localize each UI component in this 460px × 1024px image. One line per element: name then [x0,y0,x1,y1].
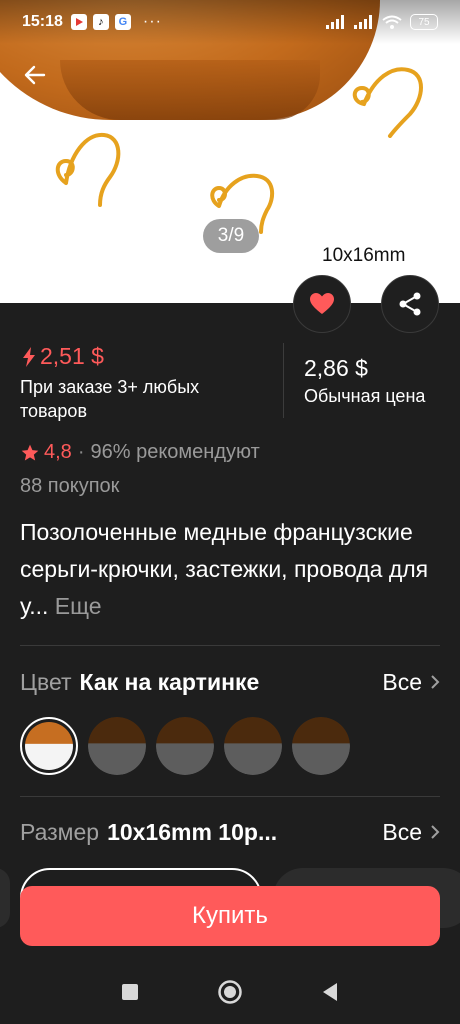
rating-value: 4,8 [44,441,72,463]
promo-price: 2,51 $ [22,343,104,370]
price-divider [283,343,284,418]
show-more-link[interactable]: Еще [55,593,102,619]
earring-hook-image [352,67,423,138]
google-icon: G [114,14,131,30]
product-title[interactable]: Позолоченные медные французские серьги-к… [20,514,440,625]
signal-icon [354,15,372,29]
lightning-icon [23,346,35,367]
purchases-count: 88 покупок [20,475,120,497]
divider [20,796,440,797]
back-button[interactable] [18,58,52,92]
color-see-all[interactable]: Все [382,669,440,696]
color-swatch[interactable] [20,717,78,775]
chevron-right-icon [431,675,440,689]
color-option-row[interactable]: Цвет Как на картинке Все [20,666,440,698]
regular-price: 2,86 $ [304,355,368,381]
see-all-label: Все [382,818,422,845]
size-value: 10x16mm 10p... [107,818,278,845]
size-chip[interactable] [0,868,10,928]
back-nav-icon[interactable] [321,982,339,1002]
color-swatch[interactable] [156,717,214,775]
image-size-caption: 10x16mm [322,245,406,266]
status-time: 15:18 [22,13,63,30]
product-image-gallery[interactable]: 3/9 10x16mm [0,0,460,303]
arrow-left-icon [24,65,46,85]
color-value: Как на картинке [79,668,260,695]
more-notifications-icon: ··· [142,13,162,30]
buy-button[interactable]: Купить [20,886,440,946]
status-bar: 15:18 ♪ G ··· 75 [0,0,460,44]
color-swatches [20,717,350,775]
wifi-icon [382,15,402,29]
image-counter: 3/9 [203,219,259,253]
home-icon[interactable] [217,979,243,1005]
share-button[interactable] [381,275,439,333]
divider [20,645,440,646]
chevron-right-icon [431,825,440,839]
tiktok-icon: ♪ [92,14,109,30]
rating-separator: · [77,441,85,463]
earring-hook-image [55,132,121,207]
heart-icon [310,293,334,314]
size-option-row[interactable]: Размер 10x16mm 10p... Все [20,816,440,848]
battery-icon: 75 [410,14,438,30]
favorite-button[interactable] [293,275,351,333]
regular-price-label: Обычная цена [304,386,426,406]
color-swatch[interactable] [224,717,282,775]
recommend-percent: 96% рекомендуют [90,441,260,463]
size-see-all[interactable]: Все [382,819,440,846]
color-label: Цвет [20,668,72,695]
system-navigation-bar [0,960,460,1024]
color-swatch[interactable] [292,717,350,775]
recent-apps-icon[interactable] [121,983,139,1001]
see-all-label: Все [382,668,422,695]
color-swatch[interactable] [88,717,146,775]
rating-row[interactable]: 4,8 · 96% рекомендуют [20,441,260,464]
star-icon [21,444,39,460]
promo-condition: При заказе 3+ любых товаров [20,377,200,421]
wooden-stand-shadow [60,60,320,120]
size-label: Размер [20,818,100,845]
youtube-icon [70,14,87,30]
promo-price-value: 2,51 $ [40,343,104,369]
price-section: 2,51 $ При заказе 3+ любых товаров 2,86 … [0,333,460,428]
share-icon [399,292,421,316]
signal-icon [326,15,344,29]
